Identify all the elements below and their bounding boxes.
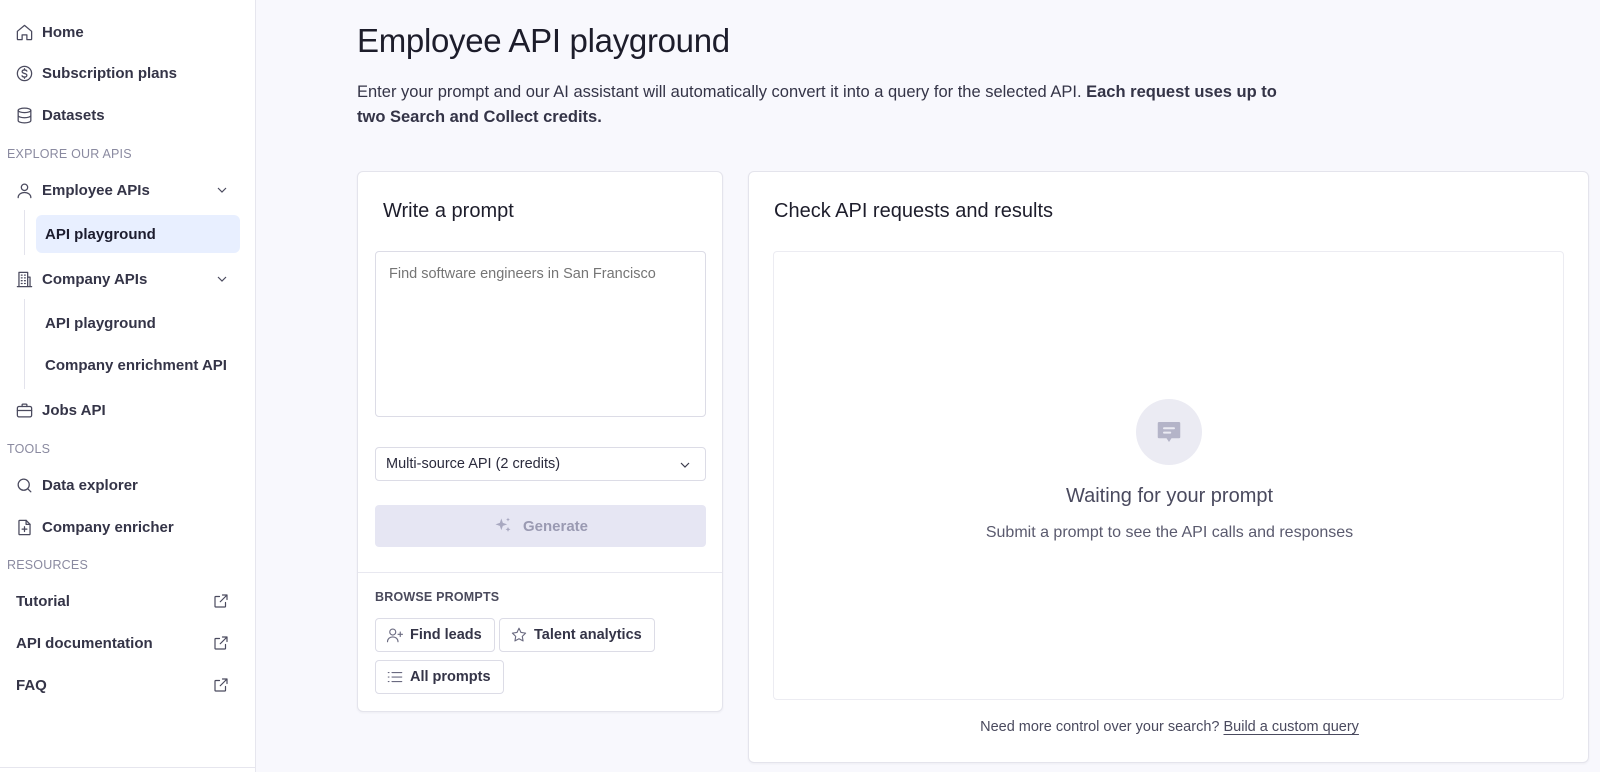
dollar-circle-icon [14,63,34,83]
prompt-card-title: Write a prompt [383,200,514,222]
nav-company-apis-label: Company APIs [42,270,148,288]
subnav-employee-api-playground[interactable]: API playground [36,215,240,253]
user-plus-icon [386,628,404,643]
nav-home-label: Home [42,23,84,41]
prompt-card: Write a prompt Multi-source API (2 credi… [357,171,723,712]
nav-company-enricher[interactable]: Company enricher [0,509,256,545]
results-area: Waiting for your prompt Submit a prompt … [773,251,1564,700]
chip-all-prompts[interactable]: All prompts [375,660,504,694]
subnav-label: Company enrichment API [45,356,227,374]
build-custom-query-link[interactable]: Build a custom query [1224,719,1359,735]
generate-button[interactable]: Generate [375,505,706,547]
page-description-text: Enter your prompt and our AI assistant w… [357,83,1087,101]
card-divider [358,572,722,573]
external-link-icon [212,634,230,652]
nav-subscription-plans-label: Subscription plans [42,64,178,82]
page-description: Enter your prompt and our AI assistant w… [357,80,1297,130]
nav-jobs-api[interactable]: Jobs API [0,392,256,428]
custom-query-text: Need more control over your search? [980,719,1224,735]
nav-company-enricher-label: Company enricher [42,518,174,536]
building-icon [14,269,34,289]
chevron-down-icon [214,271,230,287]
nav-company-apis[interactable]: Company APIs [0,261,256,297]
chip-talent-analytics[interactable]: Talent analytics [499,618,655,652]
waiting-title: Waiting for your prompt [1065,485,1274,507]
browse-prompts-label: BROWSE PROMPTS [375,590,500,604]
nav-subscription-plans[interactable]: Subscription plans [0,55,256,91]
nav-home[interactable]: Home [0,14,256,50]
chevron-down-icon [214,182,230,198]
user-icon [14,180,34,200]
chip-label: All prompts [410,669,491,685]
api-select[interactable]: Multi-source API (2 credits) [375,447,706,481]
search-icon [14,475,34,495]
api-select-value: Multi-source API (2 credits) [386,456,561,472]
section-label-tools: TOOLS [7,442,51,456]
nav-api-documentation[interactable]: API documentation [0,625,256,661]
sidebar-divider [0,767,256,768]
external-link-icon [212,592,230,610]
subnav-line [24,299,25,389]
subnav-line [24,210,25,255]
nav-jobs-api-label: Jobs API [42,401,106,419]
nav-faq-label: FAQ [16,676,47,694]
waiting-subtitle: Submit a prompt to see the API calls and… [985,524,1354,541]
subnav-company-enrichment-api[interactable]: Company enrichment API [36,346,240,384]
subnav-label: API playground [45,225,156,243]
nav-datasets-label: Datasets [42,106,105,124]
results-card-title: Check API requests and results [774,200,1054,222]
nav-data-explorer[interactable]: Data explorer [0,467,256,503]
sidebar: Home Subscription plans Datasets EXPLORE… [0,0,256,772]
file-plus-icon [14,517,34,537]
nav-faq[interactable]: FAQ [0,667,256,703]
sparkles-icon [495,517,511,532]
prompt-input[interactable] [375,251,706,417]
subnav-label: API playground [45,314,156,332]
database-icon [14,105,34,125]
nav-tutorial[interactable]: Tutorial [0,583,256,619]
nav-data-explorer-label: Data explorer [42,476,138,494]
nav-employee-apis-label: Employee APIs [42,181,150,199]
section-label-explore: EXPLORE OUR APIS [7,147,132,161]
results-card: Check API requests and results Waiting f… [748,171,1589,763]
subnav-company-api-playground[interactable]: API playground [36,304,240,342]
list-icon [387,671,403,683]
briefcase-icon [14,400,34,420]
chip-label: Talent analytics [534,627,642,643]
chip-find-leads[interactable]: Find leads [375,618,495,652]
message-icon [1136,399,1202,465]
home-icon [14,22,34,42]
page-title: Employee API playground [357,22,730,59]
section-label-resources: RESOURCES [7,558,88,572]
chevron-down-icon [677,457,693,477]
nav-employee-apis[interactable]: Employee APIs [0,172,256,208]
nav-datasets[interactable]: Datasets [0,97,256,133]
nav-api-documentation-label: API documentation [16,634,153,652]
generate-button-label: Generate [522,517,589,535]
star-icon [511,627,527,642]
external-link-icon [212,676,230,694]
nav-tutorial-label: Tutorial [16,592,70,610]
custom-query-note: Need more control over your search? Buil… [749,719,1590,735]
chip-label: Find leads [410,627,482,643]
